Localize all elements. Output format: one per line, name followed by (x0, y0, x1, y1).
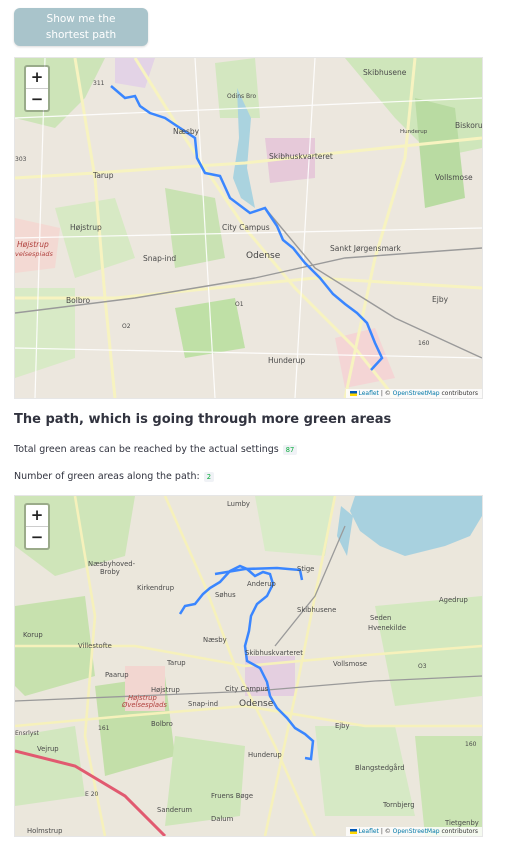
svg-text:Stige: Stige (297, 565, 314, 573)
svg-text:Broby: Broby (100, 568, 120, 576)
svg-text:Næsby: Næsby (173, 127, 200, 136)
map-tiles: Skibhusene Biskorup Hunderup Odins Bro N… (15, 58, 482, 398)
svg-text:Snap-ind: Snap-ind (188, 700, 218, 708)
map-green-path[interactable]: Lumby Næsbyhoved- Broby Kirkendrup Ander… (14, 495, 483, 837)
svg-text:Hvenekilde: Hvenekilde (368, 624, 406, 632)
osm-link[interactable]: OpenStreetMap (393, 390, 440, 397)
svg-text:Tietgenby: Tietgenby (444, 819, 479, 827)
svg-text:velsespiads: velsespiads (15, 250, 53, 258)
svg-text:Korup: Korup (23, 631, 43, 639)
svg-text:Øvelsesplads: Øvelsesplads (121, 701, 167, 709)
svg-text:Blangstedgård: Blangstedgård (355, 763, 405, 772)
svg-text:Ensrlyst: Ensrlyst (15, 730, 40, 737)
green-areas-along-value: 2 (203, 471, 214, 482)
svg-text:O3: O3 (418, 663, 427, 670)
svg-text:Holmstrup: Holmstrup (27, 827, 62, 835)
svg-text:Snap-ind: Snap-ind (143, 254, 176, 263)
svg-text:City Campus: City Campus (222, 223, 270, 232)
svg-text:Odins Bro: Odins Bro (227, 93, 256, 100)
svg-text:Biskorup: Biskorup (455, 121, 482, 130)
svg-text:Søhus: Søhus (215, 591, 236, 599)
svg-text:Bolbro: Bolbro (151, 720, 173, 728)
svg-text:O1: O1 (235, 301, 244, 308)
svg-text:City Campus: City Campus (225, 685, 269, 693)
svg-text:Seden: Seden (370, 614, 391, 622)
zoom-out-button[interactable]: − (26, 526, 48, 548)
green-areas-along-path: Number of green areas along the path: 2 (14, 471, 214, 482)
svg-text:161: 161 (98, 725, 110, 732)
map-tiles: Lumby Næsbyhoved- Broby Kirkendrup Ander… (15, 496, 482, 836)
zoom-control: + − (24, 65, 50, 112)
total-green-areas-value: 87 (282, 444, 298, 455)
svg-text:160: 160 (418, 340, 430, 347)
leaflet-link[interactable]: Leaflet (358, 828, 378, 835)
zoom-in-button[interactable]: + (26, 505, 48, 526)
svg-text:Sanderum: Sanderum (157, 806, 192, 814)
map-attribution: Leaflet | © OpenStreetMap contributors (346, 827, 482, 836)
zoom-control: + − (24, 503, 50, 550)
show-shortest-path-label: Show me the shortest path (45, 13, 117, 41)
svg-text:Odense: Odense (239, 699, 274, 709)
svg-text:Højstrup: Højstrup (70, 223, 102, 232)
svg-text:Skibhusene: Skibhusene (297, 606, 336, 614)
map-shortest-path[interactable]: Skibhusene Biskorup Hunderup Odins Bro N… (14, 57, 483, 399)
total-green-areas: Total green areas can be reached by the … (14, 444, 298, 455)
svg-text:Ejby: Ejby (335, 722, 350, 730)
svg-text:Ejby: Ejby (432, 295, 449, 304)
svg-text:303: 303 (15, 156, 27, 163)
svg-text:Agedrup: Agedrup (439, 596, 468, 604)
osm-link[interactable]: OpenStreetMap (393, 828, 440, 835)
show-shortest-path-button[interactable]: Show me the shortest path (14, 8, 148, 46)
svg-text:Lumby: Lumby (227, 500, 250, 508)
svg-text:Sankt Jørgensmark: Sankt Jørgensmark (330, 244, 402, 253)
ukraine-flag-icon (350, 829, 358, 834)
map-label: Skibhusene (363, 68, 407, 77)
leaflet-link[interactable]: Leaflet (358, 390, 378, 397)
map-attribution: Leaflet | © OpenStreetMap contributors (346, 389, 482, 398)
svg-text:Hunderup: Hunderup (268, 356, 305, 365)
svg-text:O2: O2 (122, 323, 131, 330)
svg-text:Villestofte: Villestofte (78, 642, 112, 650)
zoom-in-button[interactable]: + (26, 67, 48, 88)
svg-text:E 20: E 20 (85, 791, 99, 798)
svg-text:Dalum: Dalum (211, 815, 234, 823)
section-title: The path, which is going through more gr… (14, 412, 392, 427)
svg-text:Kirkendrup: Kirkendrup (137, 584, 174, 592)
svg-text:Næsby: Næsby (203, 636, 227, 644)
svg-text:Fruens Bøge: Fruens Bøge (211, 792, 253, 800)
ukraine-flag-icon (350, 391, 358, 396)
svg-text:Næsbyhoved-: Næsbyhoved- (88, 560, 136, 568)
svg-text:Skibhuskvarteret: Skibhuskvarteret (245, 649, 303, 657)
svg-text:Vollsmose: Vollsmose (333, 660, 367, 668)
svg-text:Hunderup: Hunderup (400, 129, 428, 135)
svg-text:Vollsmose: Vollsmose (435, 173, 473, 182)
svg-text:Tarup: Tarup (92, 171, 114, 180)
svg-text:Tarup: Tarup (166, 659, 186, 667)
svg-text:Anderup: Anderup (247, 580, 276, 588)
svg-text:Paarup: Paarup (105, 671, 129, 679)
svg-text:Tornbjerg: Tornbjerg (382, 801, 415, 809)
svg-text:Odense: Odense (246, 251, 281, 261)
svg-text:311: 311 (93, 80, 105, 87)
zoom-out-button[interactable]: − (26, 88, 48, 110)
svg-text:Hunderup: Hunderup (248, 751, 282, 759)
svg-text:Bolbro: Bolbro (66, 296, 90, 305)
svg-text:Højstrup: Højstrup (17, 240, 49, 249)
svg-text:160: 160 (465, 741, 477, 748)
svg-text:Skibhuskvarteret: Skibhuskvarteret (269, 152, 333, 161)
svg-text:Vejrup: Vejrup (37, 745, 59, 753)
svg-text:Højstrup: Højstrup (151, 686, 180, 694)
